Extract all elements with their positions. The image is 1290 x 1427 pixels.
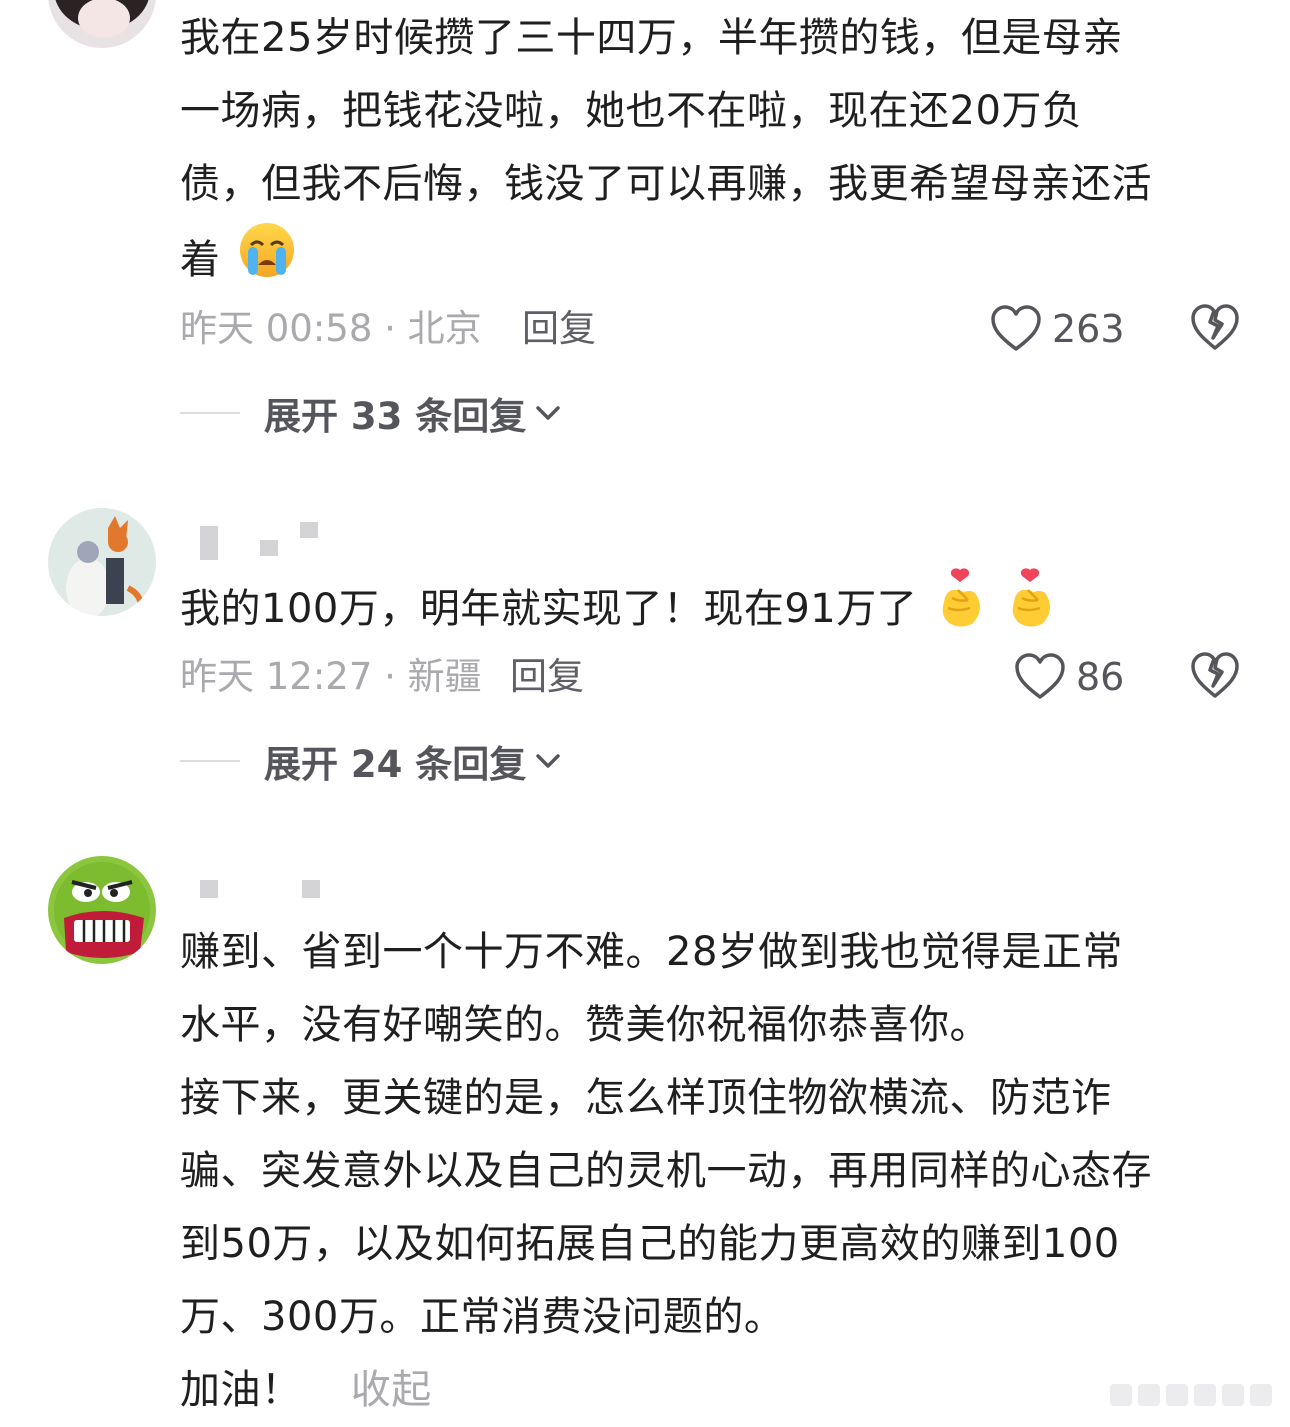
like-button[interactable]: 263 (990, 304, 1125, 354)
comment-line: 万、300万。正常消费没问题的。 (180, 1294, 785, 1340)
broken-heart-icon (1191, 304, 1239, 350)
comment-line-text: 我的100万，明年就实现了！现在91万了 (180, 586, 918, 632)
dislike-button[interactable] (1190, 652, 1240, 702)
like-count: 86 (1076, 655, 1125, 699)
expand-label: 展开 33 条回复 (264, 395, 527, 438)
reply-button[interactable]: 回复 (510, 652, 584, 702)
divider (180, 760, 240, 762)
avatar[interactable] (48, 0, 156, 48)
comment-text: 我在25岁时候攒了三十四万，半年攒的钱，但是母亲 一场病，把钱花没啦，她也不在啦… (180, 2, 1250, 294)
comment-line-text: 着 (180, 237, 221, 283)
comment-text: 赚到、省到一个十万不难。28岁做到我也觉得是正常 水平，没有好嘲笑的。赞美你祝福… (180, 916, 1250, 1427)
finger-heart-icon (934, 568, 986, 654)
watermark (1110, 1384, 1272, 1406)
avatar[interactable] (48, 856, 156, 964)
masked-username (196, 518, 336, 560)
avatar[interactable] (48, 508, 156, 616)
broken-heart-icon (1191, 652, 1239, 698)
comment-text: 我的100万，明年就实现了！现在91万了 (180, 568, 1250, 641)
finger-heart-icon (1004, 568, 1056, 654)
comment-time-location: 昨天 12:27 · 新疆 (180, 655, 482, 698)
comment-line: 债，但我不后悔，钱没了可以再赚，我更希望母亲还活 (180, 161, 1152, 207)
like-button[interactable]: 86 (1014, 652, 1124, 702)
comment-line: 着 (180, 221, 1250, 294)
dislike-button[interactable] (1190, 304, 1240, 354)
chevron-down-icon (536, 406, 561, 420)
comment-line: 一场病，把钱花没啦，她也不在啦，现在还20万负 (180, 88, 1083, 134)
reply-button[interactable]: 回复 (522, 304, 596, 354)
comment-time-location: 昨天 00:58 · 北京 (180, 307, 482, 350)
comment-line: 我的100万，明年就实现了！现在91万了 (180, 568, 1250, 641)
comment-line: 骗、突发意外以及自己的灵机一动，再用同样的心态存 (180, 1148, 1152, 1194)
like-count: 263 (1052, 307, 1125, 351)
expand-replies-button[interactable]: 展开 24 条回复 (180, 734, 562, 788)
chevron-down-icon (536, 754, 561, 768)
expand-replies-button[interactable]: 展开 33 条回复 (180, 386, 562, 440)
heart-icon (1015, 653, 1065, 699)
comment-line: 接下来，更关键的是，怎么样顶住物欲横流、防范诈 (180, 1075, 1112, 1121)
comment-line: 到50万，以及如何拓展自己的能力更高效的赚到100 (180, 1221, 1120, 1267)
masked-username (196, 870, 336, 910)
expand-label: 展开 24 条回复 (264, 743, 527, 786)
comment-line: 我在25岁时候攒了三十四万，半年攒的钱，但是母亲 (180, 15, 1123, 61)
comment-line: 加油！ 收起 (180, 1354, 1250, 1427)
collapse-button[interactable]: 收起 (351, 1367, 432, 1413)
loudly-crying-face-icon (238, 221, 296, 303)
divider (180, 412, 240, 414)
heart-icon (991, 305, 1041, 351)
comment-line: 赚到、省到一个十万不难。28岁做到我也觉得是正常 (180, 929, 1123, 975)
comment-line: 水平，没有好嘲笑的。赞美你祝福你恭喜你。 (180, 1002, 990, 1048)
comment-line-text: 加油！ (180, 1367, 302, 1413)
